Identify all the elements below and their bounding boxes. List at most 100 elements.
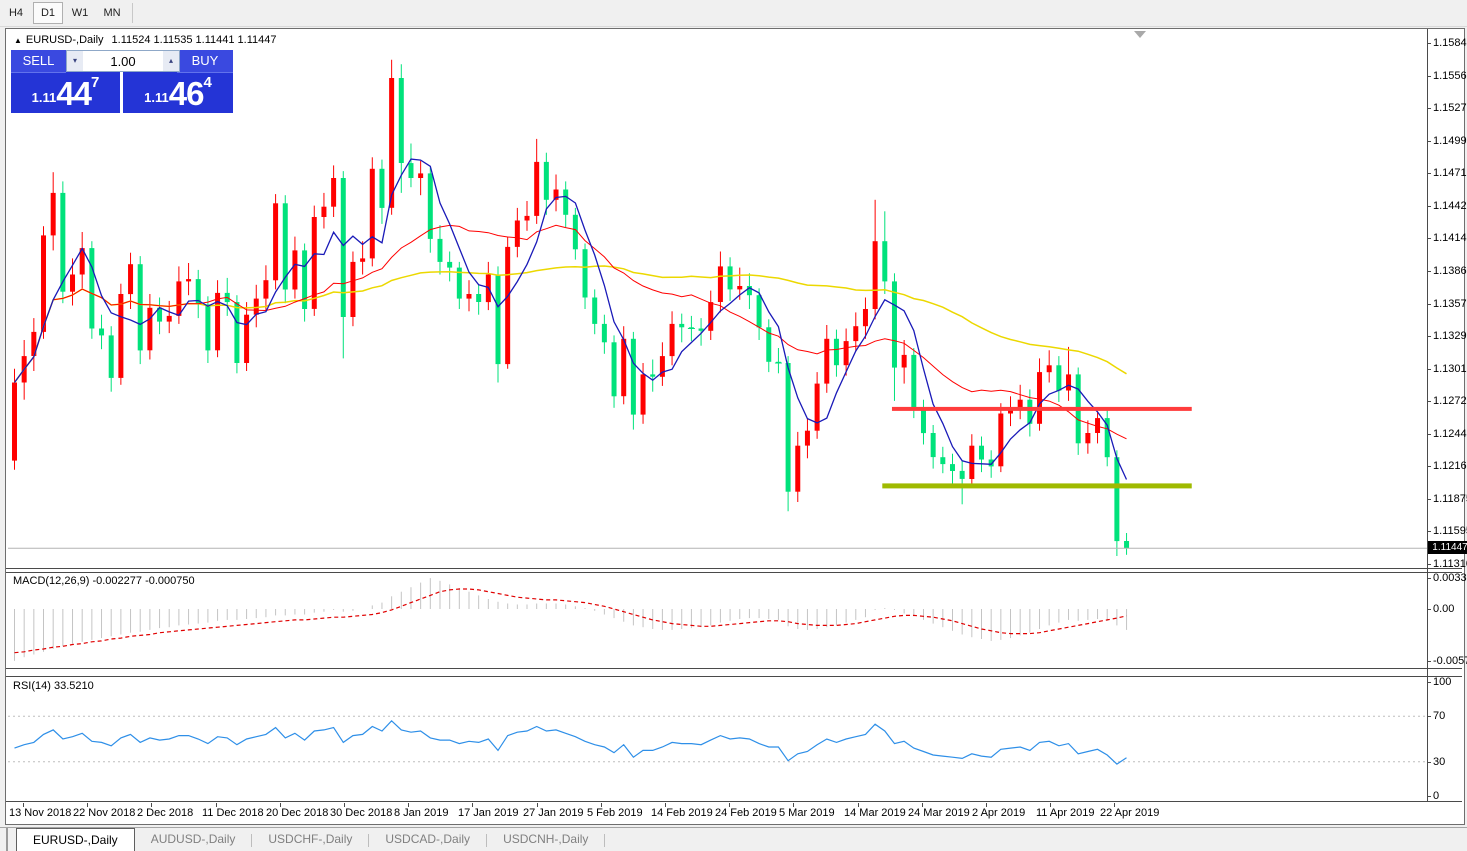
candle-body	[862, 309, 868, 327]
candle-body	[263, 280, 269, 299]
candle-body	[292, 250, 298, 290]
price-tick	[1427, 76, 1431, 77]
buy-price[interactable]: 1.11 46 4	[123, 72, 233, 113]
candle-body	[1104, 418, 1110, 458]
ma-mid-line	[14, 224, 1127, 440]
candle-body	[534, 161, 540, 216]
macd-signal-line	[14, 588, 1127, 654]
volume-input[interactable]	[83, 51, 163, 71]
candle-body	[563, 189, 569, 215]
candle-body	[350, 261, 356, 317]
candle-body	[669, 323, 675, 357]
sell-button[interactable]: SELL	[11, 50, 66, 73]
pane-separator[interactable]	[6, 572, 1462, 573]
candle-body	[1114, 457, 1120, 542]
candle-body	[592, 297, 598, 324]
date-label: 14 Mar 2019	[844, 807, 906, 819]
candle-body	[1046, 365, 1052, 373]
date-label: 11 Dec 2018	[202, 807, 264, 819]
macd-tick-label: -0.005737	[1433, 655, 1467, 667]
price-tick	[1427, 141, 1431, 142]
buy-button[interactable]: BUY	[177, 50, 233, 73]
candle-body	[737, 286, 743, 290]
volume-increase-button[interactable]: ▴	[163, 51, 179, 71]
tab-usdchf[interactable]: USDCHF-,Daily	[252, 828, 368, 851]
buy-price-pip: 4	[203, 74, 212, 91]
sell-price-prefix: 1.11	[31, 90, 57, 105]
candle-body	[679, 323, 685, 328]
candle-body	[543, 161, 549, 200]
price-tick-label: 1.11875	[1433, 493, 1467, 505]
tab-usdcnh[interactable]: USDCNH-,Daily	[487, 828, 604, 851]
candle-body	[476, 294, 482, 302]
candle-body	[998, 413, 1004, 467]
autoscroll-marker-icon[interactable]	[1134, 31, 1146, 38]
date-label: 13 Nov 2018	[9, 807, 72, 819]
candle-body	[186, 279, 192, 282]
candle-body	[137, 264, 143, 351]
rsi-tick-label: 0	[1433, 790, 1440, 802]
candle-body	[437, 238, 443, 262]
price-tick-label: 1.15845	[1433, 37, 1467, 49]
pane-separator[interactable]	[6, 668, 1462, 669]
date-label: 14 Feb 2019	[651, 807, 713, 819]
candle-body	[872, 241, 878, 309]
tab-usdcad[interactable]: USDCAD-,Daily	[369, 828, 486, 851]
candle-body	[60, 192, 66, 292]
toolbar-separator	[132, 3, 133, 23]
rsi-tick-label: 70	[1433, 710, 1446, 722]
candle-body	[331, 178, 337, 207]
candle-body	[891, 281, 897, 368]
candle-body	[321, 206, 327, 217]
tab-eurusd[interactable]: EURUSD-,Daily	[16, 828, 135, 851]
chart-window[interactable]: ▲ EURUSD-,Daily 1.11524 1.11535 1.11441 1.…	[5, 28, 1467, 825]
candle-body	[379, 168, 385, 208]
candle-body	[398, 78, 404, 163]
price-tick	[1427, 401, 1431, 402]
price-tick-label: 1.14995	[1433, 135, 1467, 147]
candle-body	[882, 241, 888, 282]
main-pane	[8, 59, 1427, 556]
chart-canvas[interactable]	[6, 29, 1462, 822]
pane-separator[interactable]	[6, 676, 1462, 677]
price-tick-label: 1.14425	[1433, 200, 1467, 212]
candle-body	[99, 328, 105, 336]
tf-button-d1[interactable]: D1	[33, 2, 63, 24]
sell-price[interactable]: 1.11 44 7	[11, 72, 120, 113]
candle-body	[630, 338, 636, 415]
date-label: 5 Feb 2019	[587, 807, 643, 819]
price-tick	[1427, 466, 1431, 467]
date-label: 24 Mar 2019	[908, 807, 970, 819]
candle-body	[89, 248, 95, 329]
tab-scroll-edge	[0, 828, 8, 851]
sell-price-main: 44	[56, 75, 92, 112]
one-click-trade-panel: SELL 1.11447 BUY 1.11464 ▾ ▴	[11, 50, 233, 113]
candle-body	[524, 215, 530, 221]
symbol-arrow-icon: ▲	[14, 36, 22, 45]
candle-body	[418, 173, 424, 178]
candle-body	[611, 342, 617, 397]
tab-separator	[604, 833, 606, 847]
timeframe-toolbar: H4 D1 W1 MN	[0, 0, 1467, 27]
candle-body	[843, 341, 849, 366]
volume-decrease-button[interactable]: ▾	[67, 51, 83, 71]
tab-audusd[interactable]: AUDUSD-,Daily	[135, 828, 252, 851]
macd-tick	[1427, 578, 1431, 579]
candle-body	[108, 335, 114, 378]
volume-control: ▾ ▴	[66, 50, 180, 72]
date-label: 11 Apr 2019	[1036, 807, 1095, 819]
tf-button-mn[interactable]: MN	[97, 2, 127, 24]
current-price-badge: 1.11447	[1428, 541, 1467, 554]
candle-body	[234, 302, 240, 363]
candle-body	[176, 281, 182, 316]
candle-body	[833, 338, 839, 366]
price-tick	[1427, 304, 1431, 305]
pane-separator[interactable]	[6, 568, 1462, 569]
symbol-title: EURUSD-,Daily	[25, 34, 104, 46]
rsi-tick	[1427, 762, 1431, 763]
rsi-line	[14, 719, 1127, 765]
price-tick	[1427, 108, 1431, 109]
tf-button-h4[interactable]: H4	[1, 2, 31, 24]
rsi-tick	[1427, 682, 1431, 683]
tf-button-w1[interactable]: W1	[65, 2, 95, 24]
